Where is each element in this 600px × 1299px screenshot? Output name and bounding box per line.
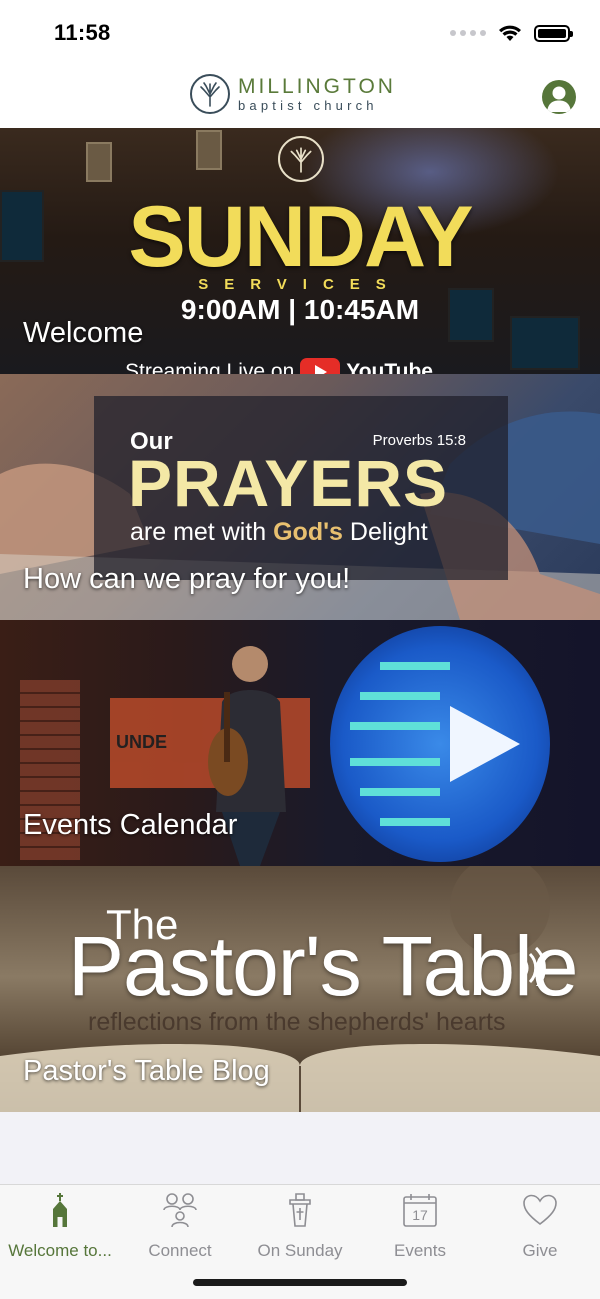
window — [86, 142, 112, 182]
logo-subtitle: baptist church — [238, 98, 378, 113]
header: MILLINGTON baptist church — [0, 66, 600, 128]
tab-label: Connect — [148, 1241, 212, 1260]
window — [196, 130, 222, 170]
tile-events[interactable]: UNDE Events Calendar — [0, 620, 600, 866]
tree-logo-icon — [278, 136, 324, 182]
battery-icon — [534, 24, 573, 42]
person-icon — [547, 86, 571, 112]
tile-label: How can we pray for you! — [23, 563, 351, 595]
youtube-icon — [300, 358, 341, 374]
tile-label: Events Calendar — [23, 809, 238, 841]
prayer-card: Our Proverbs 15:8 PRAYERS are met with G… — [94, 396, 508, 580]
tab-welcome[interactable]: Welcome to... — [0, 1185, 120, 1299]
logo-title: MILLINGTON — [238, 75, 396, 98]
tab-label: On Sunday — [257, 1241, 343, 1260]
arrow-logo — [330, 626, 550, 862]
prayer-subheadline: are met with God's Delight — [130, 518, 428, 546]
stream-caption: Streaming Live on YouTube — [125, 358, 433, 374]
home-indicator[interactable] — [193, 1279, 407, 1286]
broadcast-icon — [522, 946, 546, 986]
tile-label: Welcome — [23, 317, 144, 349]
prayer-headline: PRAYERS — [128, 446, 449, 520]
content-background — [0, 1112, 600, 1184]
stream-text: Streaming Live on — [125, 360, 295, 374]
tile-pastors-table[interactable]: The Pastor's Table reflections from the … — [0, 866, 600, 1112]
tab-label: Give — [522, 1241, 558, 1260]
status-bar: 11:58 — [0, 0, 600, 66]
church-icon — [40, 1191, 80, 1229]
tab-label: Events — [394, 1241, 446, 1260]
pastor-subtitle: reflections from the shepherds' hearts — [88, 1008, 506, 1036]
sunday-headline: SUNDAY — [128, 189, 473, 285]
sunday-subheadline: SERVICES — [198, 276, 402, 293]
home-tiles: SUNDAY SERVICES 9:00AM | 10:45AM Streami… — [0, 128, 600, 1112]
tile-welcome[interactable]: SUNDAY SERVICES 9:00AM | 10:45AM Streami… — [0, 128, 600, 374]
stream-brand: YouTube — [346, 360, 433, 374]
wifi-icon — [499, 25, 521, 41]
tile-prayer[interactable]: Our Proverbs 15:8 PRAYERS are met with G… — [0, 374, 600, 620]
cellular-signal-icon — [450, 30, 486, 36]
pastor-title: Pastor's Table — [68, 919, 578, 1013]
calendar-day: 17 — [412, 1207, 428, 1223]
status-indicators — [450, 24, 573, 42]
church-logo: MILLINGTON baptist church — [190, 74, 396, 114]
tile-label: Pastor's Table Blog — [23, 1055, 270, 1087]
tree-logo-icon — [190, 74, 230, 114]
tab-label: Welcome to... — [8, 1241, 112, 1260]
status-time: 11:58 — [54, 20, 111, 45]
pulpit-icon — [280, 1191, 320, 1229]
profile-button[interactable] — [542, 80, 576, 114]
calendar-icon: 17 — [400, 1191, 440, 1229]
heart-icon — [520, 1191, 560, 1229]
tab-give[interactable]: Give — [480, 1185, 600, 1299]
people-icon — [160, 1191, 200, 1229]
